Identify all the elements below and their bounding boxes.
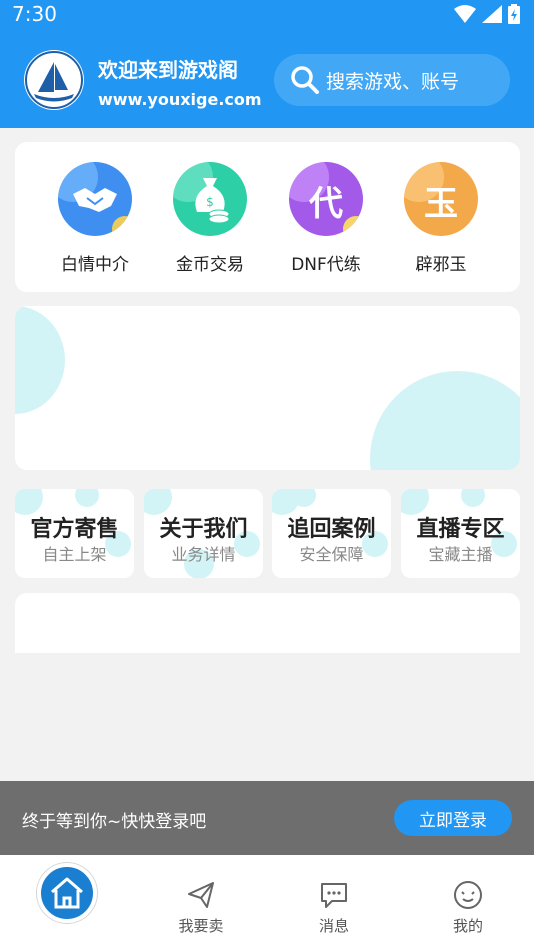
jade-char-icon: 玉 — [404, 162, 478, 236]
nav-label: DNF代练 — [291, 255, 361, 275]
tile-live-stream[interactable]: 直播专区 宝藏主播 — [401, 489, 520, 578]
banner[interactable] — [15, 306, 520, 470]
tile-subtitle: 业务详情 — [171, 545, 236, 564]
decor-bubble — [370, 371, 520, 470]
brand-url: www.youxige.com — [98, 90, 262, 109]
wifi-icon — [454, 5, 476, 23]
search-icon — [291, 66, 319, 94]
message-icon — [321, 883, 347, 908]
nav-item-broker[interactable]: 白情中介 — [40, 162, 150, 275]
tab-messages[interactable]: 消息 — [284, 855, 384, 945]
nav-item-jade[interactable]: 玉 辟邪玉 — [386, 162, 496, 275]
decor-bubble — [15, 306, 65, 414]
tab-label: 消息 — [318, 917, 349, 935]
tile-title: 追回案例 — [287, 517, 376, 542]
nav-item-dnf-boost[interactable]: 代 DNF代练 — [271, 162, 381, 275]
category-nav: 白情中介 $ 金币交易 代 DNF代练 玉 辟邪玉 — [15, 142, 520, 292]
status-icons — [454, 4, 520, 24]
tile-title: 直播专区 — [416, 517, 505, 542]
tab-sell[interactable]: 我要卖 — [151, 855, 251, 945]
tile-title: 官方寄售 — [30, 517, 119, 542]
search-placeholder: 搜索游戏、账号 — [326, 70, 460, 93]
tile-official-consignment[interactable]: 官方寄售 自主上架 — [15, 489, 134, 578]
bottom-tab-bar: 我要卖 消息 我的 — [0, 855, 534, 945]
login-prompt-bar: 终于等到你~快快登录吧 立即登录 — [0, 781, 534, 855]
tile-subtitle: 安全保障 — [299, 545, 364, 564]
jade-char: 玉 — [424, 184, 458, 224]
app-header: 7:30 欢迎来到游戏阁 www.youxige.com 搜索游戏、账号 — [0, 0, 534, 128]
logo — [24, 50, 84, 110]
signal-icon — [482, 5, 502, 23]
tab-profile[interactable]: 我的 — [418, 855, 518, 945]
battery-icon — [508, 4, 520, 24]
tile-subtitle: 宝藏主播 — [428, 545, 493, 564]
nav-item-gold-trade[interactable]: $ 金币交易 — [155, 162, 265, 275]
status-time: 7:30 — [12, 2, 57, 26]
svg-text:$: $ — [206, 195, 214, 209]
dai-char-icon: 代 — [289, 162, 363, 236]
login-button[interactable]: 立即登录 — [394, 800, 512, 836]
tile-recovery-cases[interactable]: 追回案例 安全保障 — [272, 489, 391, 578]
search-bar[interactable]: 搜索游戏、账号 — [274, 54, 510, 106]
smile-face-icon — [454, 881, 482, 909]
nav-label: 白情中介 — [61, 255, 129, 275]
nav-label: 辟邪玉 — [415, 255, 467, 275]
handshake-icon — [58, 162, 132, 236]
dai-char: 代 — [309, 184, 343, 224]
tab-label: 我要卖 — [178, 917, 224, 935]
money-bag-icon: $ — [173, 162, 247, 236]
status-bar: 7:30 — [0, 0, 534, 30]
home-icon — [51, 877, 83, 909]
content-card — [15, 593, 520, 653]
nav-label: 金币交易 — [176, 255, 244, 275]
tab-label: 我的 — [452, 917, 483, 935]
tile-subtitle: 自主上架 — [42, 545, 107, 564]
send-icon — [188, 882, 214, 908]
tile-title: 关于我们 — [159, 517, 248, 542]
tab-home[interactable] — [37, 863, 97, 923]
brand-title: 欢迎来到游戏阁 — [98, 58, 238, 82]
tile-about-us[interactable]: 关于我们 业务详情 — [144, 489, 263, 578]
login-prompt-text: 终于等到你~快快登录吧 — [22, 812, 207, 832]
